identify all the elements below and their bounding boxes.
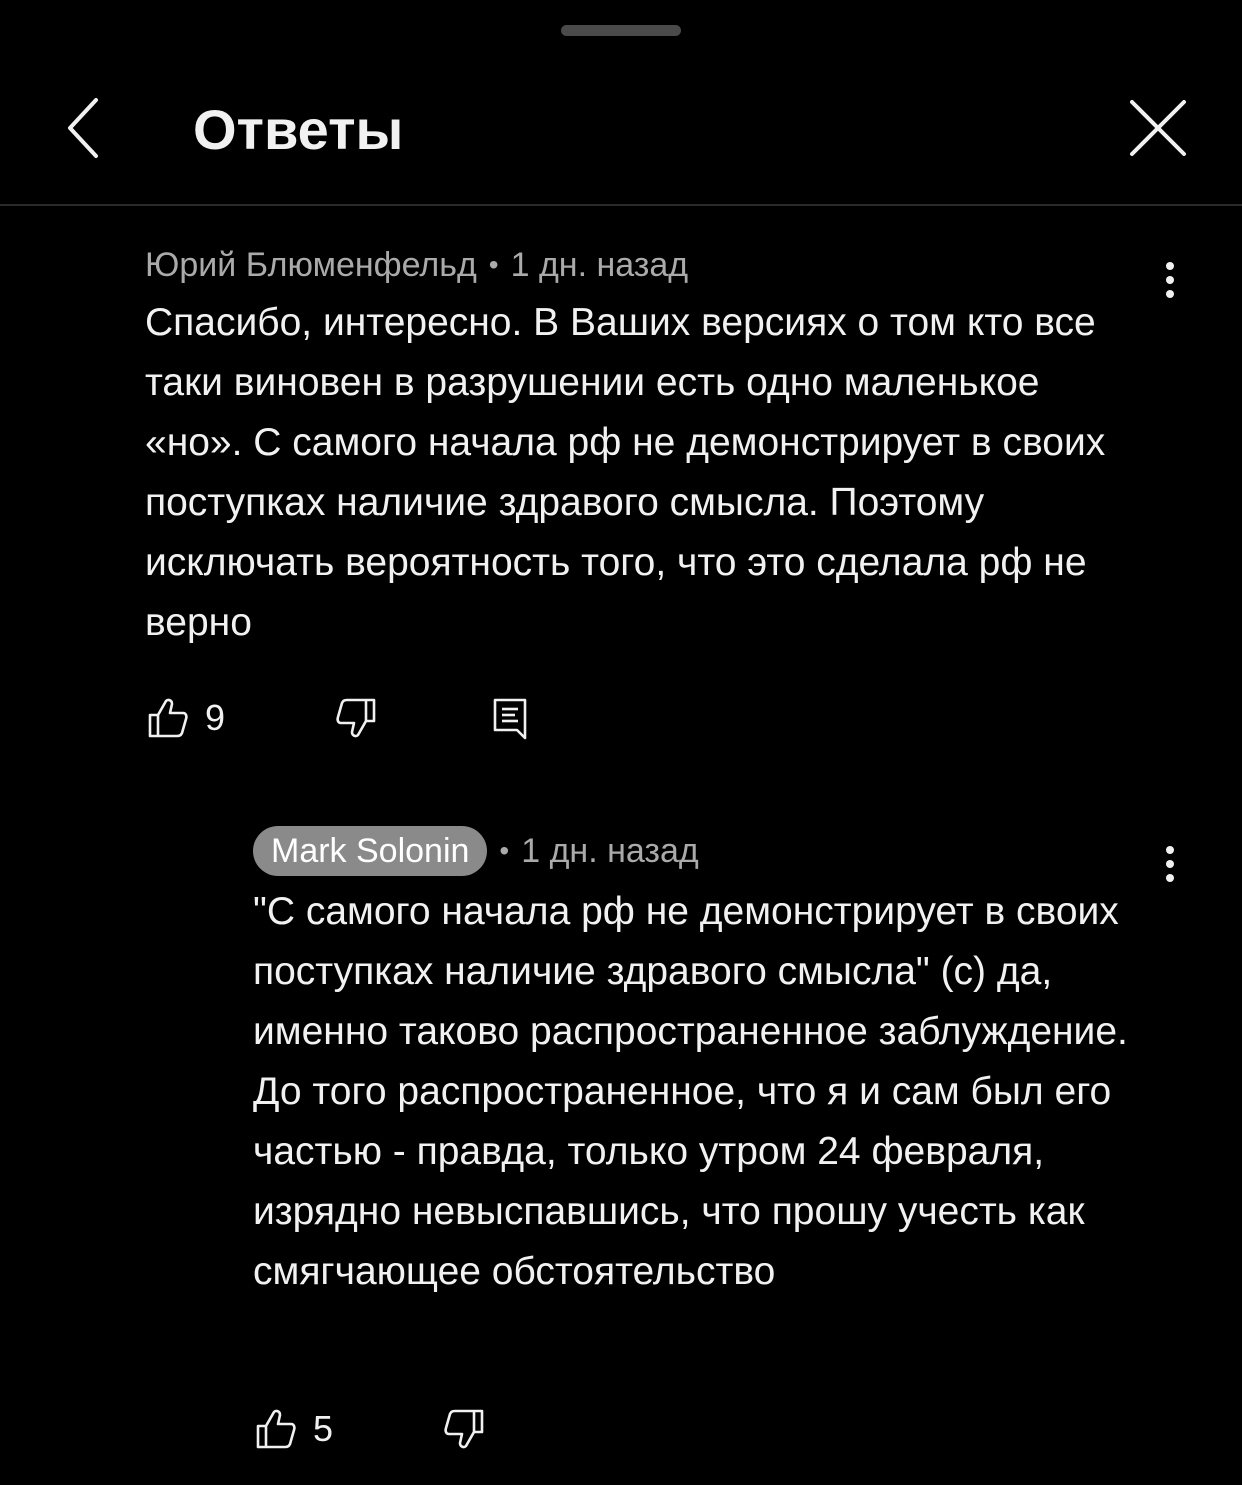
comment-author-badge[interactable]: Mark Solonin [253,826,488,876]
reply-button[interactable] [491,696,531,740]
comment-author[interactable]: Юрий Блюменфельд [145,246,477,285]
dislike-button[interactable] [443,1408,485,1450]
thumbs-down-icon [336,698,376,738]
like-button[interactable]: 5 [255,1408,353,1450]
reply-icon [493,698,527,740]
thumbs-up-icon [148,698,188,738]
meta-separator: • [488,249,499,280]
thumbs-down-icon [444,1409,484,1449]
drag-handle[interactable] [561,25,681,36]
dislike-button[interactable] [335,697,377,739]
comment-text: Спасибо, интересно. В Ваших версиях о то… [145,301,1106,644]
comment-menu-button[interactable] [1150,834,1190,894]
like-count: 9 [205,697,226,738]
comment-actions: 5 [255,1408,485,1450]
comment-actions: 9 [147,696,531,740]
close-button[interactable] [1120,90,1196,166]
thumbs-up-icon [256,1409,296,1449]
comment-text: "С самого начала рф не демонстрирует в с… [253,890,1128,1293]
comment: Юрий Блюменфельд • 1 дн. назад Спасибо, … [145,240,1145,653]
chevron-left-icon [68,98,98,158]
comment-menu-button[interactable] [1150,250,1190,310]
comment-time: 1 дн. назад [510,245,689,284]
reply-comment: Mark Solonin • 1 дн. назад "С самого нач… [253,826,1153,1302]
header: Ответы [0,60,1242,206]
like-count: 5 [313,1408,334,1449]
back-button[interactable] [48,88,118,168]
comment-meta: Юрий Блюменфельд • 1 дн. назад [145,240,1145,290]
page-title: Ответы [193,98,404,161]
comment-time: 1 дн. назад [521,831,699,870]
meta-separator: • [499,835,510,866]
like-button[interactable]: 9 [147,697,245,739]
comment-meta: Mark Solonin • 1 дн. назад [253,826,1153,876]
close-icon [1130,100,1186,156]
